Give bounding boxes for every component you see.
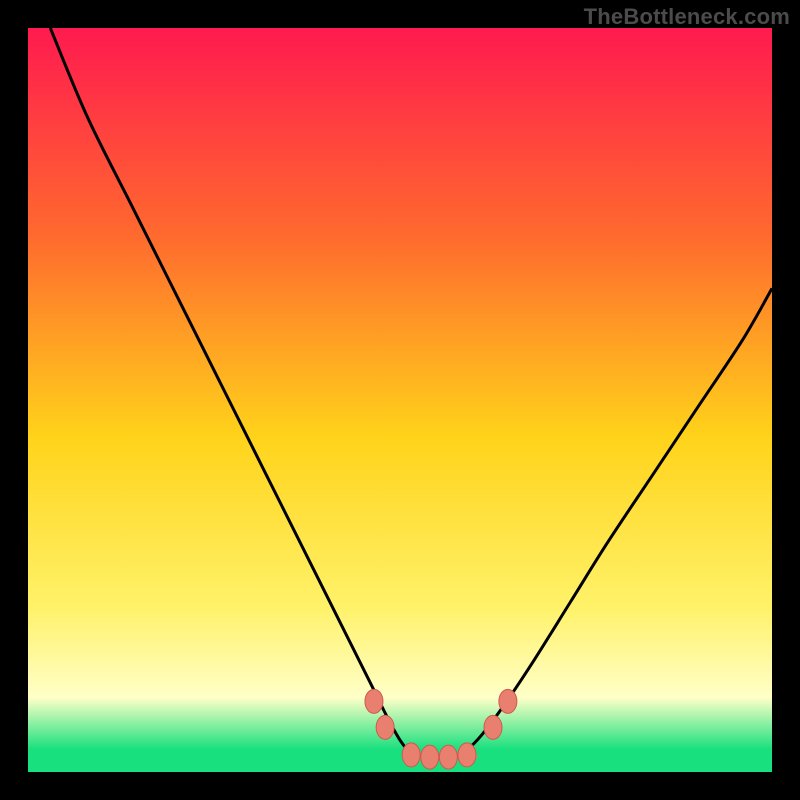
chart-svg <box>28 28 772 772</box>
curve-marker <box>484 715 502 739</box>
curve-marker <box>376 715 394 739</box>
bottom-green-line <box>28 768 772 772</box>
chart-frame: TheBottleneck.com <box>0 0 800 800</box>
curve-marker <box>365 689 383 713</box>
curve-marker <box>421 745 439 769</box>
chart-plot-area <box>28 28 772 772</box>
curve-marker <box>458 743 476 767</box>
curve-marker <box>439 745 457 769</box>
gradient-background <box>28 28 772 772</box>
curve-marker <box>499 689 517 713</box>
attribution-text: TheBottleneck.com <box>584 4 790 30</box>
curve-marker <box>402 743 420 767</box>
